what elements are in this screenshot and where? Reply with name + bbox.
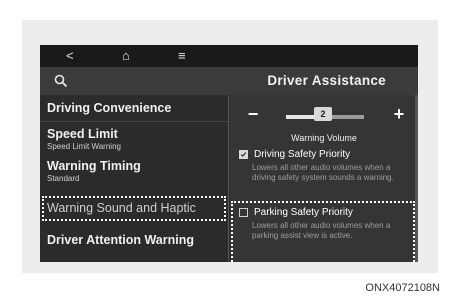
settings-detail-panel: − 2 + Warning Volume Driving Safety Prio… [230, 95, 418, 262]
menu-icon[interactable]: ≡ [178, 48, 186, 64]
menu-item-driver-attention-warning[interactable]: Driver Attention Warning [47, 233, 194, 247]
volume-increase-button[interactable]: + [386, 104, 412, 126]
menu-item-warning-sound-and-haptic[interactable]: Warning Sound and Haptic [47, 201, 196, 215]
menu-item-label: Speed Limit [47, 127, 118, 141]
page-header: Driver Assistance [40, 67, 418, 95]
infotainment-screen: < ⌂ ≡ Driver Assistance Driving Convenie… [40, 45, 418, 262]
volume-slider-thumb[interactable]: 2 [314, 107, 332, 121]
parking-safety-priority-checkbox[interactable] [239, 208, 248, 217]
menu-item-value: Standard [47, 174, 80, 183]
home-icon[interactable]: ⌂ [122, 48, 130, 64]
menu-item-driving-convenience[interactable]: Driving Convenience [47, 101, 171, 115]
menu-item-label: Driving Convenience [47, 101, 172, 115]
menu-item-label: Warning Sound and Haptic [47, 201, 196, 215]
top-nav-bar: < ⌂ ≡ [40, 45, 418, 67]
search-icon[interactable] [54, 74, 68, 88]
option-description: Lowers all other audio volumes when a dr… [252, 163, 394, 182]
menu-item-warning-timing[interactable]: Warning Timing Standard [47, 159, 141, 183]
menu-item-speed-limit[interactable]: Speed Limit Speed Limit Warning [47, 127, 121, 151]
volume-decrease-button[interactable]: − [240, 104, 266, 126]
option-description: Lowers all other audio volumes when a pa… [252, 221, 391, 240]
option-title: Driving Safety Priority [254, 149, 351, 160]
checkmark-icon [240, 152, 247, 157]
menu-item-value: Speed Limit Warning [47, 142, 121, 151]
scrollbar[interactable] [415, 95, 418, 262]
menu-item-label: Driver Attention Warning [47, 233, 194, 247]
option-title: Parking Safety Priority [254, 207, 353, 218]
divider [40, 121, 228, 122]
figure-code: ONX4072108N [365, 282, 440, 294]
driving-safety-priority-checkbox[interactable] [239, 150, 248, 159]
settings-menu: Driving Convenience Speed Limit Speed Li… [40, 95, 229, 262]
menu-item-label: Warning Timing [47, 159, 141, 173]
volume-label: Warning Volume [291, 133, 357, 143]
back-button[interactable]: < [66, 48, 74, 64]
page-title: Driver Assistance [267, 73, 386, 88]
